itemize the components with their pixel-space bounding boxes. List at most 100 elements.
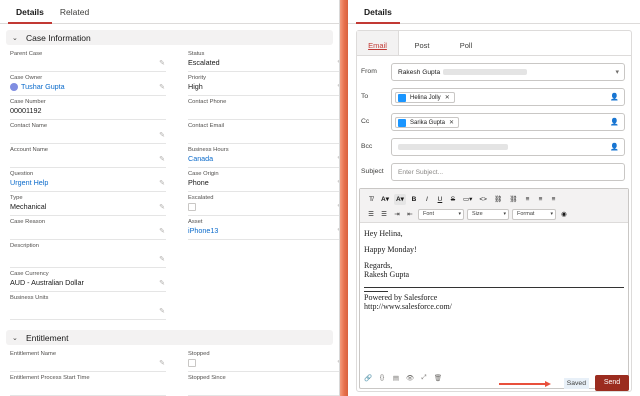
edit-pencil-icon[interactable]: ✎ — [158, 204, 166, 212]
field-value: Mechanical — [10, 202, 47, 211]
preview-icon[interactable]: 👁 — [405, 374, 415, 382]
field-label: Status — [188, 51, 205, 57]
link-icon[interactable]: ⛓ — [492, 194, 504, 205]
outdent-icon[interactable]: ⇤ — [405, 209, 415, 220]
field-label: Stopped — [188, 351, 210, 357]
question-link[interactable]: Urgent Help — [10, 178, 166, 188]
asset-link[interactable]: iPhone13 — [188, 226, 339, 236]
remove-recipient-icon[interactable]: ✕ — [449, 120, 454, 126]
edit-pencil-icon[interactable]: ✎ — [158, 228, 166, 236]
unlink-icon[interactable]: ⛓ — [507, 194, 519, 205]
subject-label: Subject — [361, 168, 384, 175]
recipient-name: Helina Jolly — [410, 95, 441, 101]
strikethrough-icon[interactable]: S — [448, 194, 458, 205]
panel-resize-divider[interactable] — [340, 0, 348, 396]
field-priority: Priority High ✎ — [188, 74, 339, 96]
stopped-checkbox[interactable] — [188, 359, 196, 367]
recipient-pill: Helina Jolly ✕ — [395, 92, 455, 103]
remove-recipient-icon[interactable]: ✕ — [445, 95, 450, 101]
field-contact-name: Contact Name ✎ — [10, 122, 166, 144]
email-body[interactable]: Hey Helina, Happy Monday! Regards, Rakes… — [360, 223, 628, 317]
code-icon[interactable]: <> — [477, 194, 489, 205]
entitlement-fields-left-column: Entitlement Name ✎ Entitlement Process S… — [10, 348, 178, 396]
case-owner-link[interactable]: Tushar Gupta — [21, 82, 65, 91]
tab-details[interactable]: Details — [8, 7, 52, 24]
cc-row: Cc Sarika Gupta ✕ 👤 — [357, 113, 631, 133]
email-publisher-panel: Details Email Post Poll From Rakesh Gupt… — [348, 0, 640, 396]
indent-icon[interactable]: ⇥ — [392, 209, 402, 220]
merge-field-icon[interactable]: {} — [377, 374, 387, 382]
bcc-input[interactable]: 👤 — [391, 138, 625, 156]
highlight-color-icon[interactable]: A▾ — [393, 194, 406, 205]
bullet-list-icon[interactable]: ☰ — [366, 209, 376, 220]
template-icon[interactable]: ◉ — [559, 209, 569, 220]
image-icon[interactable]: ▭▾ — [461, 194, 474, 205]
add-contact-icon[interactable]: 👤 — [610, 118, 619, 126]
field-case-owner: Case Owner Tushar Gupta ✎ — [10, 74, 166, 96]
chevron-down-icon: ⌄ — [12, 334, 18, 342]
from-label: From — [361, 68, 377, 75]
subject-placeholder: Enter Subject... — [398, 169, 444, 176]
edit-pencil-icon[interactable]: ✎ — [158, 256, 166, 264]
field-value: High — [188, 82, 203, 91]
redacted-email — [398, 144, 508, 151]
numbered-list-icon[interactable]: ☰ — [379, 209, 389, 220]
field-label: Contact Email — [188, 123, 225, 129]
align-left-icon[interactable]: ≡ — [522, 194, 532, 205]
align-right-icon[interactable]: ≡ — [548, 194, 558, 205]
tab-email[interactable]: Email — [357, 31, 399, 55]
text-color-icon[interactable]: A▾ — [379, 194, 391, 205]
attachment-icon[interactable]: 🔗 — [363, 374, 373, 382]
send-button[interactable]: Send — [595, 375, 629, 391]
add-contact-icon[interactable]: 👤 — [610, 93, 619, 101]
edit-pencil-icon[interactable]: ✎ — [158, 84, 166, 92]
edit-pencil-icon[interactable]: ✎ — [158, 132, 166, 140]
edit-pencil-icon[interactable]: ✎ — [158, 308, 166, 316]
from-select[interactable]: Rakesh Gupta ▾ — [391, 63, 625, 81]
edit-pencil-icon[interactable]: ✎ — [158, 156, 166, 164]
case-information-section-header[interactable]: ⌄ Case Information — [6, 30, 333, 45]
delete-icon[interactable]: 🗑 — [433, 374, 443, 382]
tab-details-right[interactable]: Details — [356, 7, 400, 24]
edit-pencil-icon[interactable]: ✎ — [158, 280, 166, 288]
subject-input[interactable]: Enter Subject... — [391, 163, 625, 181]
format-select[interactable]: Format — [512, 209, 556, 220]
clear-format-icon[interactable]: T̸ — [366, 194, 376, 205]
to-input[interactable]: Helina Jolly ✕ 👤 — [391, 88, 625, 106]
field-label: Contact Name — [10, 123, 48, 129]
tab-post[interactable]: Post — [399, 31, 445, 55]
cc-input[interactable]: Sarika Gupta ✕ 👤 — [391, 113, 625, 131]
case-fields-right-column: Status Escalated ✎ Priority High ✎ Conta… — [188, 48, 339, 322]
insert-template-icon[interactable]: ▤ — [391, 374, 401, 382]
field-value — [10, 382, 166, 392]
popout-icon[interactable]: ⤢ — [419, 374, 429, 382]
field-contact-phone: Contact Phone — [188, 98, 339, 120]
underline-icon[interactable]: U — [435, 194, 445, 205]
tab-related[interactable]: Related — [52, 7, 97, 23]
business-hours-link[interactable]: Canada — [188, 154, 339, 164]
field-label: Case Currency — [10, 271, 49, 277]
font-select[interactable]: Font — [418, 209, 464, 220]
edit-pencil-icon[interactable]: ✎ — [158, 180, 166, 188]
field-value: 00001192 — [10, 106, 42, 115]
recipient-name: Sarika Gupta — [410, 120, 446, 126]
divider-line — [364, 287, 624, 288]
tab-poll[interactable]: Poll — [445, 31, 487, 55]
edit-pencil-icon[interactable]: ✎ — [158, 360, 166, 368]
salesforce-url: http://www.salesforce.com/ — [364, 302, 452, 311]
entitlement-section-header[interactable]: ⌄ Entitlement — [6, 330, 333, 345]
field-value — [10, 58, 166, 68]
field-business-hours: Business Hours Canada ✎ — [188, 146, 339, 168]
section-title: Entitlement — [26, 332, 69, 343]
size-select[interactable]: Size — [467, 209, 509, 220]
escalated-checkbox[interactable] — [188, 203, 196, 211]
edit-pencil-icon[interactable]: ✎ — [158, 60, 166, 68]
field-label: Case Owner — [10, 75, 43, 81]
field-stopped: Stopped ✎ — [188, 350, 339, 372]
add-contact-icon[interactable]: 👤 — [610, 143, 619, 151]
align-center-icon[interactable]: ≡ — [535, 194, 545, 205]
italic-icon[interactable]: I — [422, 194, 432, 205]
bold-icon[interactable]: B — [409, 194, 419, 205]
from-row: From Rakesh Gupta ▾ — [357, 63, 631, 83]
field-label: Case Number — [10, 99, 46, 105]
